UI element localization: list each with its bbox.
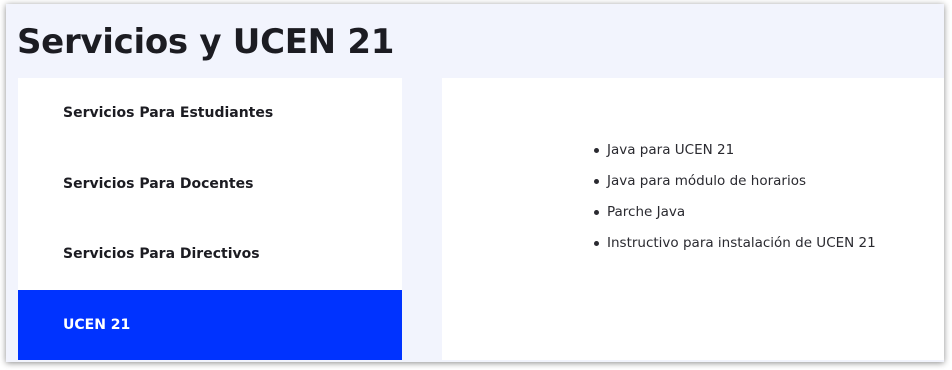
sidebar-item-label: UCEN 21 xyxy=(63,317,131,333)
page-title: Servicios y UCEN 21 xyxy=(17,22,395,62)
page-frame: Servicios y UCEN 21 Servicios Para Estud… xyxy=(6,4,944,362)
link-parche-java[interactable]: Parche Java xyxy=(592,197,876,228)
sidebar-item-label: Servicios Para Estudiantes xyxy=(63,105,274,121)
sidebar-item-label: Servicios Para Directivos xyxy=(63,246,260,262)
download-link-list: Java para UCEN 21 Java para módulo de ho… xyxy=(592,135,876,259)
sidebar-item-ucen21[interactable]: UCEN 21 xyxy=(18,290,402,360)
link-java-horarios[interactable]: Java para módulo de horarios xyxy=(592,166,876,197)
link-label: Parche Java xyxy=(607,204,686,220)
sidebar-item-docentes[interactable]: Servicios Para Docentes xyxy=(18,149,402,219)
bullet-icon xyxy=(594,210,599,215)
sidebar-item-directivos[interactable]: Servicios Para Directivos xyxy=(18,219,402,289)
link-label: Java para UCEN 21 xyxy=(607,142,735,158)
sidebar-item-estudiantes[interactable]: Servicios Para Estudiantes xyxy=(18,78,402,148)
link-label: Instructivo para instalación de UCEN 21 xyxy=(607,235,876,251)
sidebar: Servicios Para Estudiantes Servicios Par… xyxy=(18,78,402,360)
bullet-icon xyxy=(594,241,599,246)
bullet-icon xyxy=(594,179,599,184)
content-panel: Java para UCEN 21 Java para módulo de ho… xyxy=(442,78,944,360)
bullet-icon xyxy=(594,148,599,153)
link-label: Java para módulo de horarios xyxy=(607,173,806,189)
link-instructivo[interactable]: Instructivo para instalación de UCEN 21 xyxy=(592,228,876,259)
link-java-ucen21[interactable]: Java para UCEN 21 xyxy=(592,135,876,166)
sidebar-item-label: Servicios Para Docentes xyxy=(63,176,254,192)
